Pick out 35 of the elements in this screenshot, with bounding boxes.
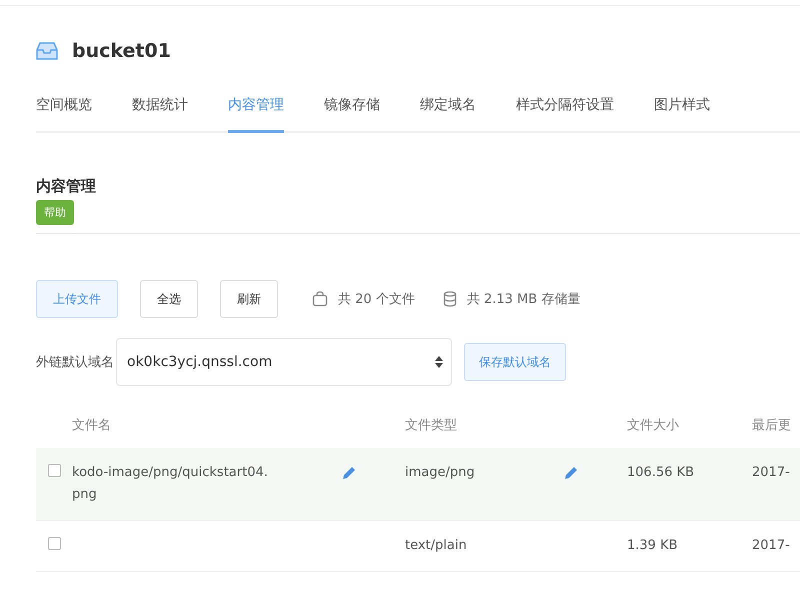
tab[interactable]: 绑定域名 xyxy=(420,88,476,133)
bag-icon xyxy=(312,291,328,307)
tab[interactable]: 空间概览 xyxy=(36,88,92,133)
table-cell-text: kodo-image/png/quickstart04.png xyxy=(72,464,269,504)
bucket-icon xyxy=(36,41,58,61)
row-checkbox[interactable] xyxy=(48,537,60,550)
table-cell: 1.39 KB xyxy=(627,538,678,553)
tab[interactable]: 镜像存储 xyxy=(324,88,380,133)
table-cell: 2017- xyxy=(752,465,790,480)
table-row[interactable]: kodo-image/png/quickstart04.png image/png 106.56 KB 2017- xyxy=(36,448,800,521)
storage-total: 共 2.13 MB 存储量 xyxy=(466,291,580,308)
pencil-icon[interactable] xyxy=(564,466,578,480)
toolbar-button[interactable]: 刷新 xyxy=(220,280,278,318)
tab[interactable]: 数据统计 xyxy=(132,88,188,133)
table-cell: 106.56 KB xyxy=(627,465,694,480)
section-title: 内容管理 xyxy=(36,177,97,196)
table-row[interactable]: text/plain 1.39 KB 2017- xyxy=(36,521,800,572)
column-header: 最后更 xyxy=(752,417,792,435)
column-header: 文件名 xyxy=(72,417,112,435)
table-cell: image/png xyxy=(405,465,475,480)
table-cell: text/plain xyxy=(405,538,467,553)
column-header: 文件大小 xyxy=(627,417,680,435)
domain-label: 外链默认域名 xyxy=(36,354,114,371)
row-checkbox[interactable] xyxy=(48,464,60,477)
column-header: 文件类型 xyxy=(405,417,458,435)
toolbar-button[interactable]: 全选 xyxy=(140,280,198,318)
tab[interactable]: 样式分隔符设置 xyxy=(516,88,614,133)
tab[interactable]: 图片样式 xyxy=(654,88,710,133)
database-icon xyxy=(442,291,457,307)
pencil-icon[interactable] xyxy=(342,466,356,480)
file-count: 共 20 个文件 xyxy=(338,291,415,308)
domain-select[interactable]: ok0kc3ycj.qnssl.com xyxy=(116,338,452,386)
sort-arrows-icon xyxy=(435,356,443,368)
bucket-name: bucket01 xyxy=(72,40,171,62)
table-cell: 2017- xyxy=(752,538,790,553)
